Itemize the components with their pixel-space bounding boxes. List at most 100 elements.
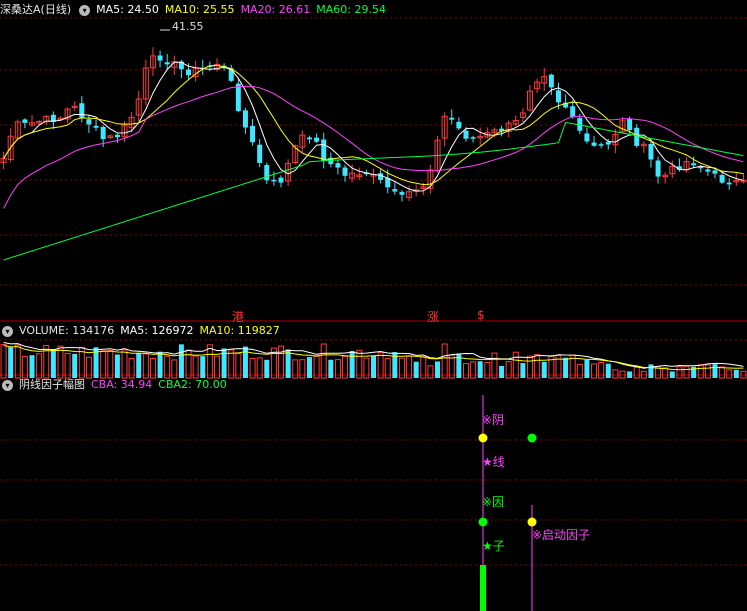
candle-body xyxy=(719,175,725,183)
signal-dot xyxy=(478,517,488,527)
candle-body xyxy=(570,106,576,118)
ma60-value: MA60: 29.54 xyxy=(316,3,386,16)
volume-bar xyxy=(0,344,7,379)
candle-body xyxy=(257,144,263,163)
candle-body xyxy=(634,127,640,146)
volume-bar xyxy=(328,359,334,378)
chevron-down-icon[interactable]: ▾ xyxy=(2,325,13,337)
candle-body xyxy=(250,125,256,143)
volume-bar xyxy=(157,351,163,378)
candle-body xyxy=(93,125,99,128)
volume-bar xyxy=(377,351,384,379)
volume-bar xyxy=(499,365,505,378)
volume-bar xyxy=(57,345,64,379)
candle-body xyxy=(79,103,85,118)
volume-bar xyxy=(633,366,640,379)
volume-bar xyxy=(441,343,448,379)
volume-bar xyxy=(584,359,590,378)
peak-price-label: 41.55 xyxy=(172,20,204,33)
signal-start-factor: ※启动因子 xyxy=(532,528,591,542)
signal-xian: ★线 xyxy=(482,455,505,469)
volume-bar xyxy=(50,348,56,378)
signal-bar xyxy=(480,565,486,611)
volume-bar xyxy=(356,349,363,379)
factor-name: 阴线因子幅图 xyxy=(19,378,85,391)
volume-panel-header: ▾ VOLUME: 134176 MA5: 126972 MA10: 119827 xyxy=(0,323,286,339)
candle-body xyxy=(726,182,732,185)
candle-body xyxy=(271,179,277,182)
volume-bar xyxy=(726,369,733,379)
volume-bar xyxy=(64,352,71,379)
candle-body xyxy=(235,83,241,112)
volume-bar xyxy=(576,363,583,379)
volume-bar xyxy=(627,371,633,378)
volume-bar xyxy=(371,355,376,378)
volume-bar xyxy=(228,349,235,379)
candle-body xyxy=(584,133,590,142)
volume-bar xyxy=(520,363,526,378)
ma20-line xyxy=(3,85,744,209)
volume-bar xyxy=(534,354,541,379)
signal-yin-factor: ※因 xyxy=(482,495,505,509)
chart-canvas xyxy=(0,17,747,611)
candle-body xyxy=(555,90,561,103)
chevron-down-icon[interactable]: ▾ xyxy=(2,379,13,391)
volume-bar xyxy=(8,347,14,378)
volume-bar xyxy=(704,364,711,379)
candle-body xyxy=(164,62,170,65)
marker-gang: 港 xyxy=(232,310,245,324)
candle-body xyxy=(470,137,476,139)
volume-bar xyxy=(484,362,491,379)
chevron-down-icon[interactable]: ▾ xyxy=(79,4,91,16)
candle-body xyxy=(242,110,248,128)
main-panel-header: 深桑达A(日线) ▾ MA5: 24.50 MA10: 25.55 MA20: 26.6… xyxy=(0,2,392,18)
volume-bar xyxy=(591,363,598,379)
candle-body xyxy=(598,144,604,146)
volume-bar xyxy=(320,343,327,379)
volume-bar xyxy=(477,361,483,378)
vol-ma10-value: MA10: 119827 xyxy=(199,324,280,337)
volume-bar xyxy=(505,361,512,379)
volume-bar xyxy=(36,353,43,379)
candle-body xyxy=(627,118,633,131)
volume-bar xyxy=(136,352,142,378)
candle-body xyxy=(399,192,405,195)
volume-bar xyxy=(697,364,704,379)
factor-panel-header: ▾ 阴线因子幅图 CBA: 34.94 CBA2: 70.00 xyxy=(0,377,233,393)
volume-bar xyxy=(235,353,242,379)
period-label: (日线) xyxy=(40,3,72,16)
candle-body xyxy=(157,55,163,61)
volume-bar xyxy=(206,344,213,379)
candle-body xyxy=(335,163,341,168)
volume-bar xyxy=(491,352,498,379)
stock-name: 深桑达A xyxy=(0,3,41,16)
volume-bar xyxy=(598,361,605,379)
candle-body xyxy=(22,119,28,123)
stock-chart: 深桑达A(日线) ▾ MA5: 24.50 MA10: 25.55 MA20: 26.6… xyxy=(0,0,747,611)
marker-dollar: $ xyxy=(477,308,485,322)
volume-bar xyxy=(114,354,120,378)
candle-body xyxy=(278,177,284,183)
volume-bar xyxy=(541,361,547,378)
vol-ma5-value: MA5: 126972 xyxy=(120,324,194,337)
candle-body xyxy=(705,169,711,172)
volume-bar xyxy=(683,365,690,379)
signal-zi: ★子 xyxy=(482,539,505,553)
volume-bar xyxy=(72,353,78,378)
volume-bar xyxy=(278,345,285,379)
volume-bar xyxy=(676,366,683,379)
ma20-value: MA20: 26.61 xyxy=(240,3,311,16)
volume-bar xyxy=(712,364,718,378)
volume-bar xyxy=(512,351,519,379)
volume-bar xyxy=(427,365,434,379)
candle-body xyxy=(100,126,106,140)
volume-bar xyxy=(14,344,21,379)
volume-bar xyxy=(142,353,149,379)
volume-bar xyxy=(200,356,206,378)
candle-body xyxy=(655,160,661,177)
ma10-line xyxy=(3,64,744,186)
candle-body xyxy=(463,130,469,139)
volume-value: VOLUME: 134176 xyxy=(19,324,115,337)
signal-dot xyxy=(478,433,488,443)
candle-body xyxy=(86,119,92,125)
